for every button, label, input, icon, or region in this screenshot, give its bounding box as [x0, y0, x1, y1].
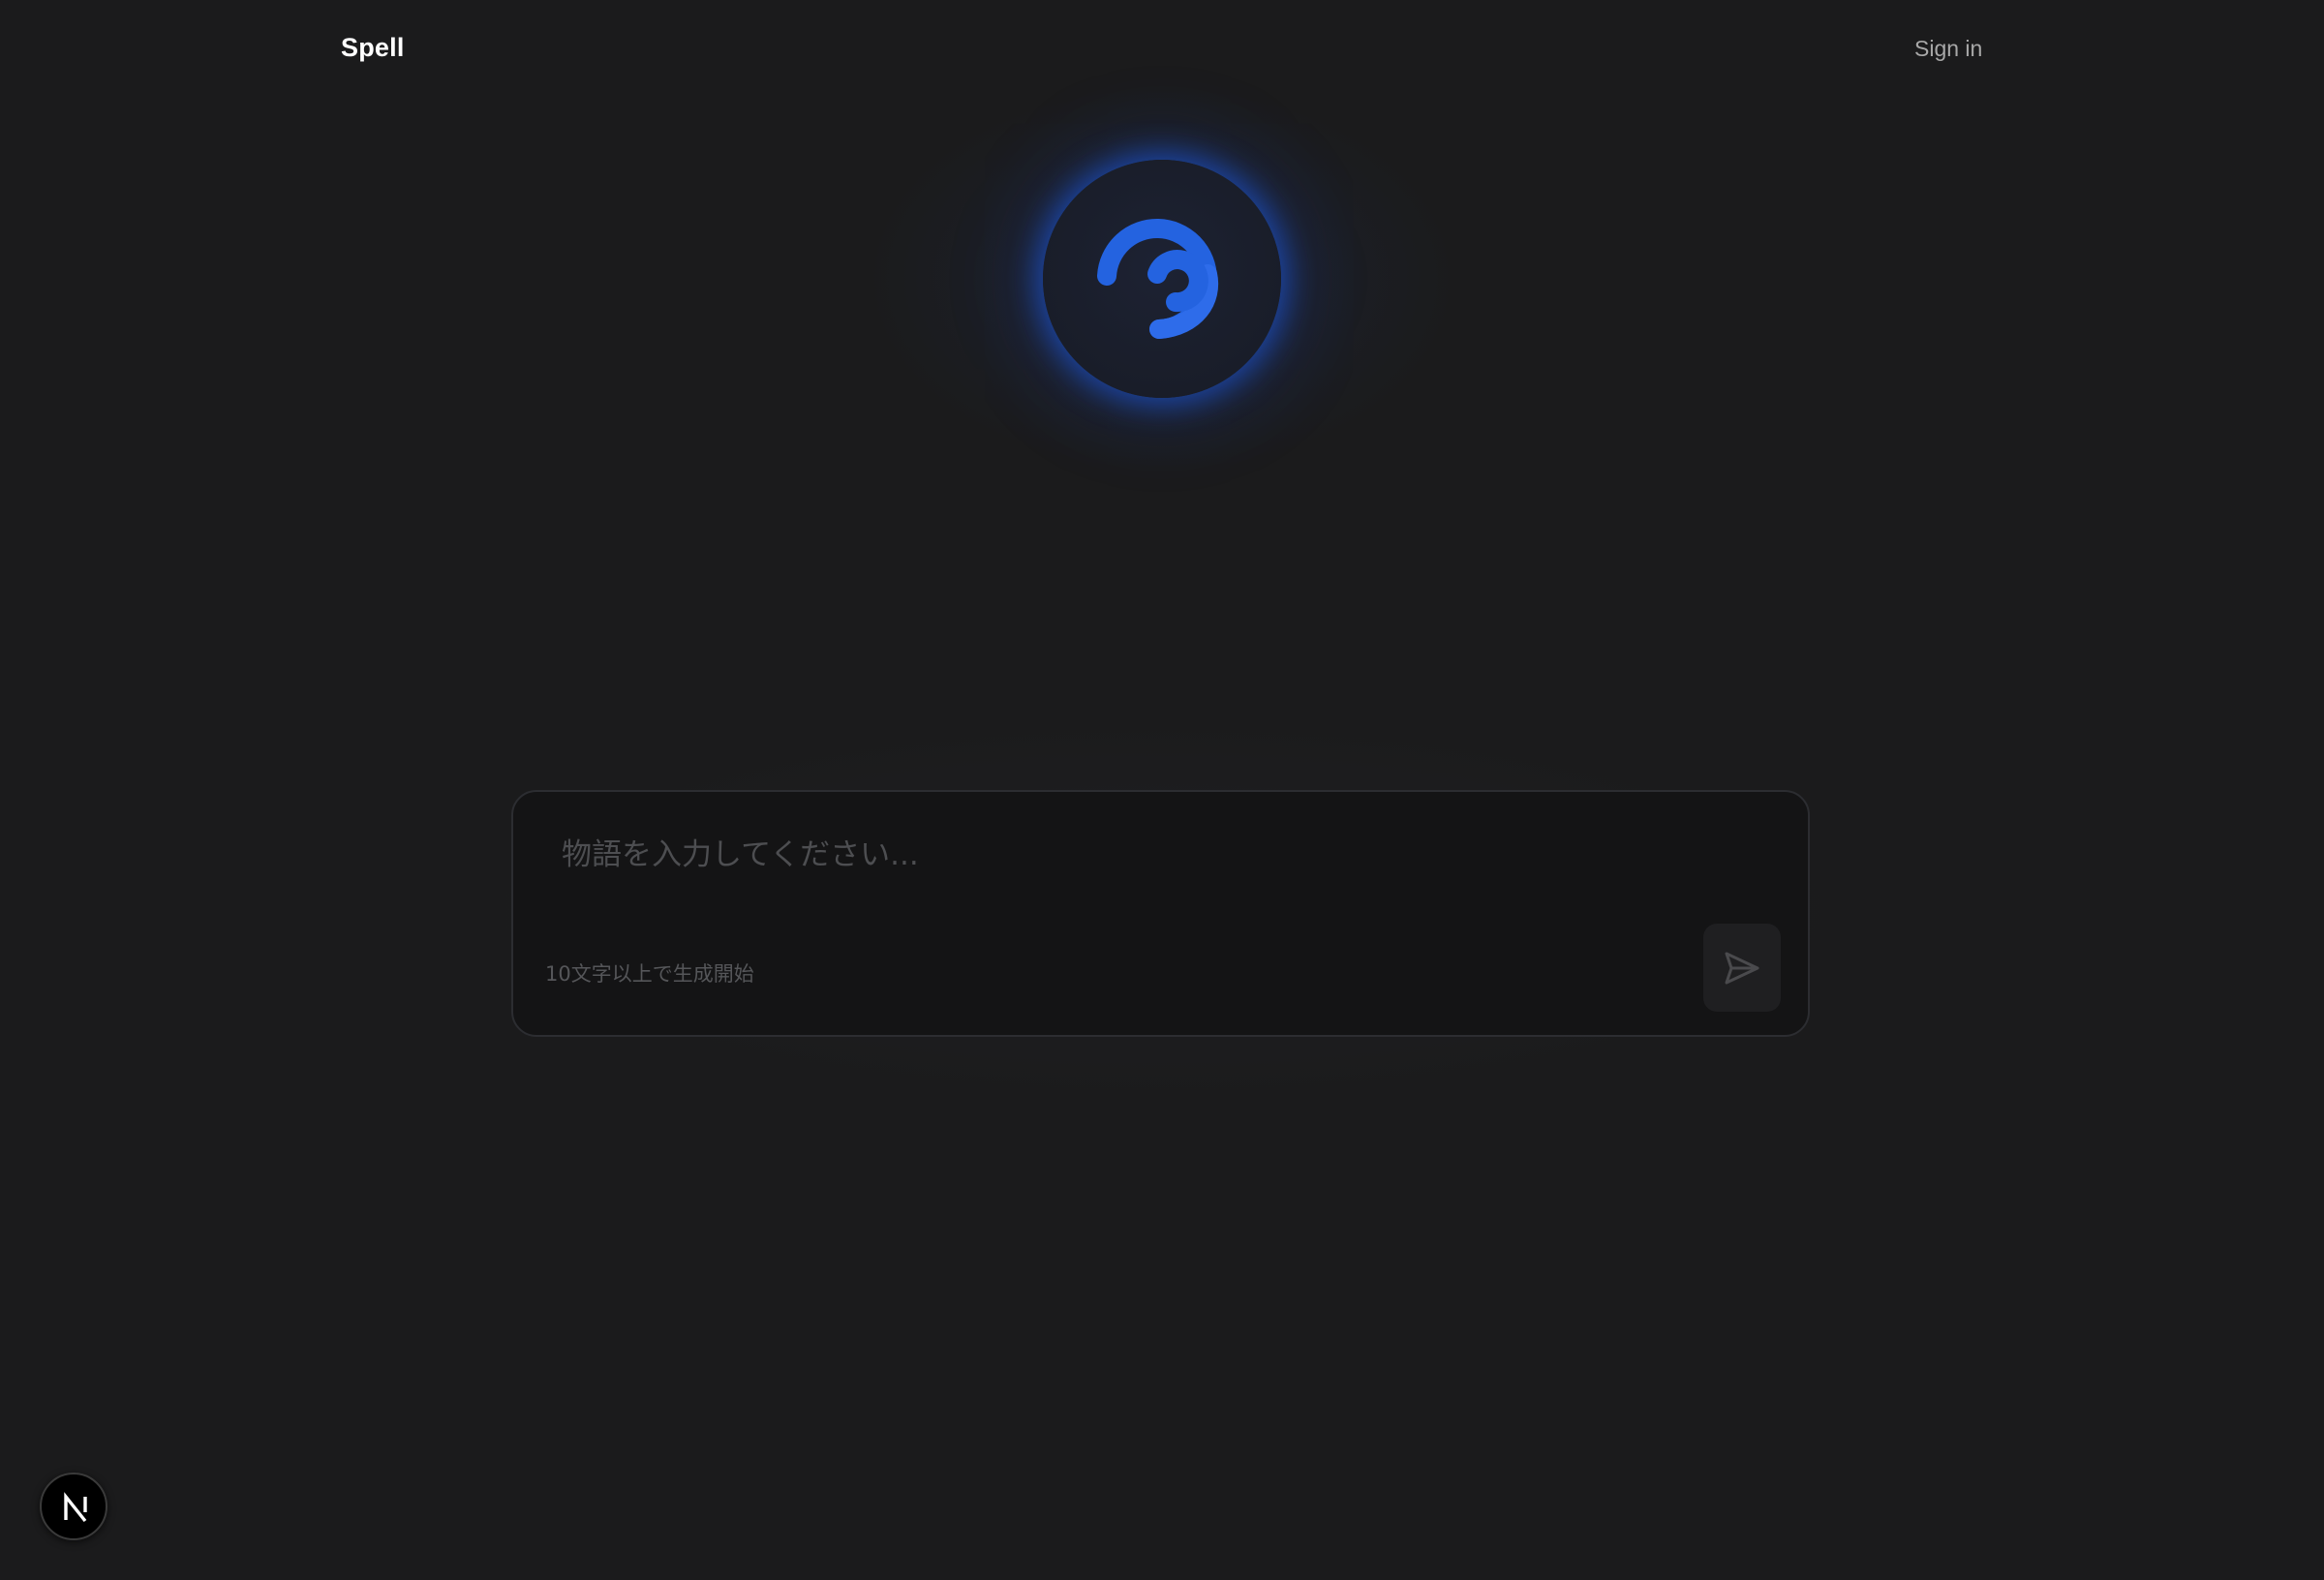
top-bar: Spell Sign in — [0, 0, 2324, 101]
spinner-swirl-icon — [1097, 219, 1219, 339]
nextjs-n-icon — [64, 1492, 87, 1523]
story-composer: 10文字以上で生成開始 — [511, 790, 1810, 1037]
send-icon — [1725, 952, 1759, 985]
page: Spell Sign in 10文字以上で生成開始 — [0, 0, 2324, 1580]
min-length-hint: 10文字以上で生成開始 — [545, 962, 754, 986]
story-input[interactable] — [560, 833, 1706, 877]
sign-in-link[interactable]: Sign in — [1914, 36, 1982, 62]
nextjs-dev-badge[interactable] — [40, 1473, 107, 1540]
send-button[interactable] — [1703, 924, 1781, 1012]
hero-orb — [1043, 160, 1281, 398]
brand-logo[interactable]: Spell — [341, 33, 405, 63]
